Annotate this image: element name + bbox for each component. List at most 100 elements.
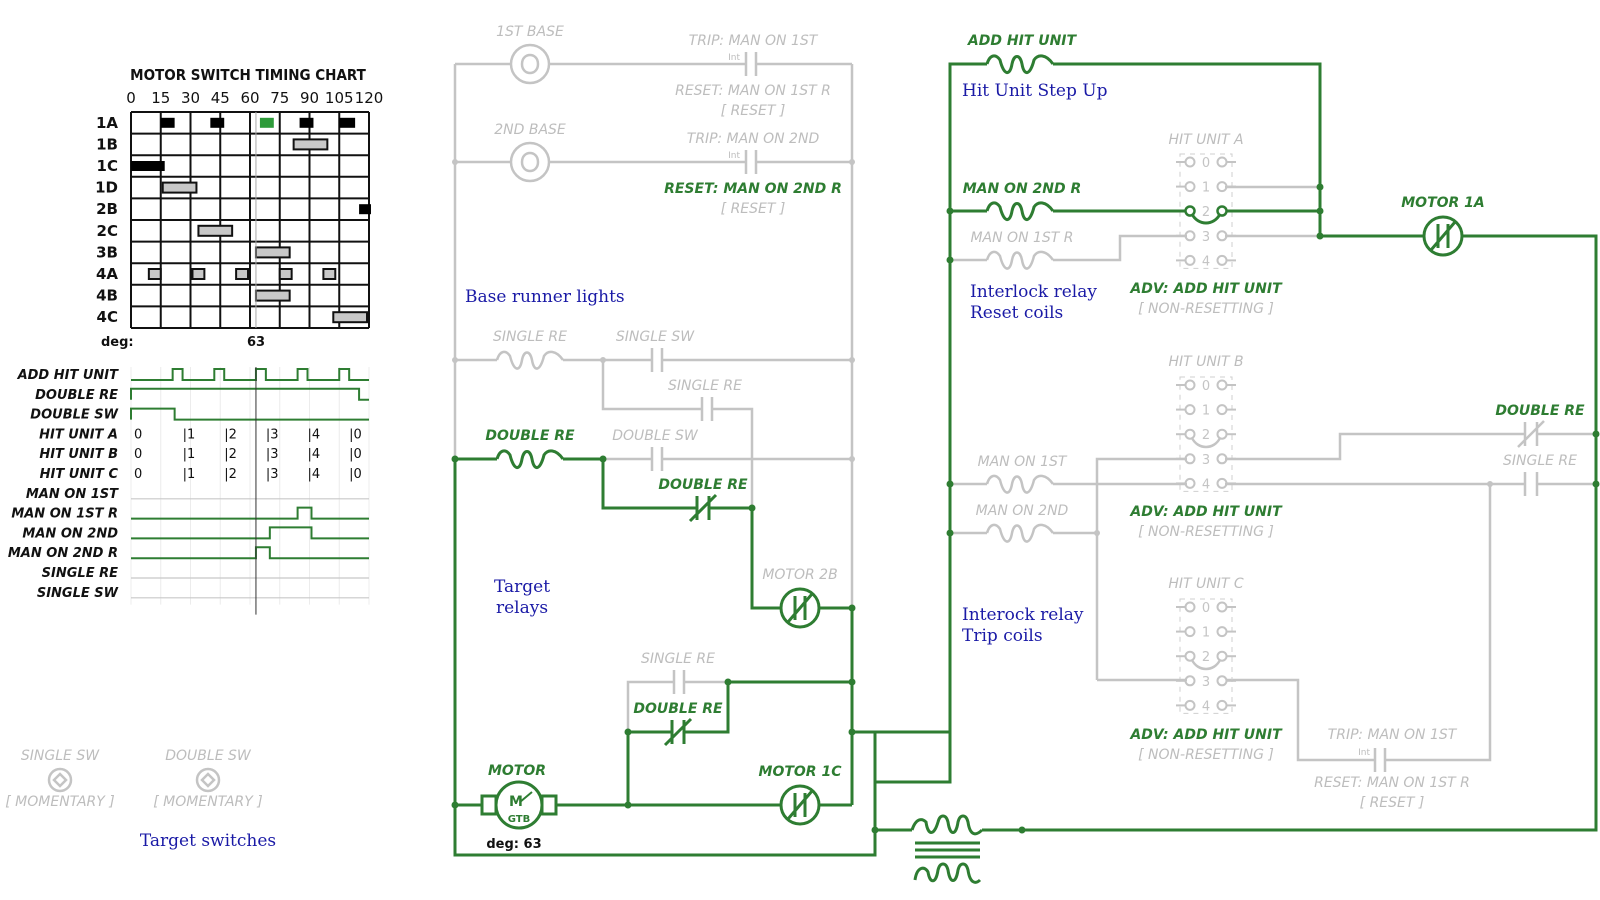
note-target-relays-2: relays (496, 598, 548, 618)
relay-coil-icon (495, 449, 565, 469)
note-base-runner-lights: Base runner lights (465, 287, 625, 307)
transformer-core-icon (915, 841, 980, 859)
junction (849, 159, 855, 165)
stepper-position-label: 2 (1202, 428, 1210, 443)
junction (724, 678, 732, 686)
timeline-step-value: |0 (349, 447, 362, 462)
timeline-signal-label: MAN ON 2ND (22, 526, 118, 541)
lamp-filament-icon (520, 151, 540, 173)
timing-row-label: 1B (96, 135, 118, 153)
stepper-position-label: 2 (1202, 650, 1210, 665)
no-contact-icon (672, 670, 686, 694)
note-interlock-reset-1: Interlock relay (970, 282, 1097, 302)
timing-tick-label: 0 (126, 89, 136, 107)
timeline-signal-label: HIT UNIT A (39, 427, 118, 442)
timeline-step-value: |2 (224, 467, 237, 482)
timing-tick-label: 30 (181, 89, 200, 107)
junction (946, 207, 954, 215)
motor-deg-label: deg: 63 (486, 837, 541, 852)
motor-label: MOTOR (488, 763, 546, 779)
single-sw-contact-label: SINGLE SW (616, 329, 695, 345)
timing-bar (160, 117, 175, 128)
junction (1487, 481, 1493, 487)
stepper-position-label: 4 (1202, 477, 1210, 492)
timing-tick-label: 120 (355, 89, 384, 107)
timeline-step-value: |4 (308, 427, 321, 442)
timeline-signal-label: ADD HIT UNIT (17, 368, 120, 383)
motor-brush-icon (480, 794, 498, 816)
single-re-coil-label: SINGLE RE (493, 329, 567, 345)
timing-row-label: 4A (96, 265, 118, 283)
junction (624, 728, 632, 736)
note-interlock-trip-2: Trip coils (962, 626, 1043, 646)
trip-1st-label: TRIP: MAN ON 1ST (689, 33, 819, 49)
lamp-icon (509, 141, 551, 183)
relay-coil-icon (985, 250, 1055, 270)
stepper-position-label: 4 (1202, 699, 1210, 714)
adv-label-c: ADV: ADD HIT UNIT (1129, 727, 1283, 743)
stepper-contact (1184, 254, 1196, 266)
single-sw-button[interactable]: SINGLE SW [ MOMENTARY ] (5, 748, 114, 810)
timeline-step-value: |3 (266, 447, 279, 462)
junction (848, 604, 856, 612)
junction (1592, 430, 1600, 438)
timing-chart-grid (130, 111, 370, 329)
stepper-position-label: 1 (1202, 626, 1210, 641)
timeline-step-value: |3 (266, 467, 279, 482)
timeline-step-value: |0 (349, 467, 362, 482)
timing-bar (259, 117, 274, 128)
stepper-contact (1216, 601, 1228, 613)
timing-row-label: 1C (97, 157, 118, 175)
timeline-step-value: 0 (134, 427, 142, 442)
timing-bar (147, 268, 162, 280)
timeline-signal-label: MAN ON 1ST R (11, 507, 118, 522)
stepper-position-label: 3 (1202, 230, 1210, 245)
motor-brush-icon (540, 794, 558, 816)
timeline-step-value: |0 (349, 427, 362, 442)
timing-bar (292, 138, 329, 151)
transformer (852, 234, 1598, 884)
nc-contact-icon (786, 790, 814, 820)
stepper-contact (1184, 650, 1196, 662)
latch-contact-icon (1373, 748, 1387, 772)
single-re-contact-label: SINGLE RE (668, 378, 742, 394)
timing-row-label: 1D (95, 179, 118, 197)
hit-unit-b-stepper: 0 1 2 3 4 (1176, 376, 1236, 492)
reset-2nd-label: RESET: MAN ON 2ND R (664, 181, 842, 197)
reset-1st-b-label: RESET: MAN ON 1ST R (1314, 775, 1470, 791)
stepper-contact (1184, 379, 1196, 391)
timeline-signal-label: MAN ON 1ST (26, 487, 119, 502)
stepper-contact (1216, 379, 1228, 391)
junction (1094, 530, 1100, 536)
single-sw-mode: [ MOMENTARY ] (5, 794, 114, 810)
timeline-step-value: |1 (183, 447, 196, 462)
junction (1018, 826, 1026, 834)
junction (871, 826, 879, 834)
no-contact-icon (700, 397, 714, 421)
stepper-contact (1216, 156, 1228, 168)
stepper-contact (1216, 699, 1228, 711)
latch-contact-icon (744, 52, 758, 76)
junction (946, 256, 954, 264)
relay-coil-icon (495, 350, 565, 370)
stepper-contact (1216, 404, 1228, 416)
timeline-step-value: |1 (183, 467, 196, 482)
timing-bar (339, 117, 356, 128)
double-sw-contact-label: DOUBLE SW (612, 428, 699, 444)
lamp-2nd-label: 2ND BASE (494, 122, 566, 138)
stepper-position-label: 0 (1202, 156, 1210, 171)
timing-bar (332, 311, 369, 324)
stepper-contact (1216, 650, 1228, 662)
trip-2nd-label: TRIP: MAN ON 2ND (687, 131, 820, 147)
stepper-contact (1184, 626, 1196, 638)
junction (599, 455, 607, 463)
relay-coil-icon (985, 201, 1055, 221)
hit-unit-c-stepper: 0 1 2 3 4 (1176, 598, 1236, 714)
double-sw-button[interactable]: DOUBLE SW [ MOMENTARY ] (153, 748, 262, 810)
single-re-contact2-label: SINGLE RE (641, 651, 715, 667)
timeline-step-value: 0 (134, 467, 142, 482)
nc-contact-icon (1429, 221, 1457, 251)
timing-chart-title: MOTOR SWITCH TIMING CHART (130, 66, 366, 84)
lamp-icon (509, 43, 551, 85)
timing-bar (235, 268, 250, 280)
